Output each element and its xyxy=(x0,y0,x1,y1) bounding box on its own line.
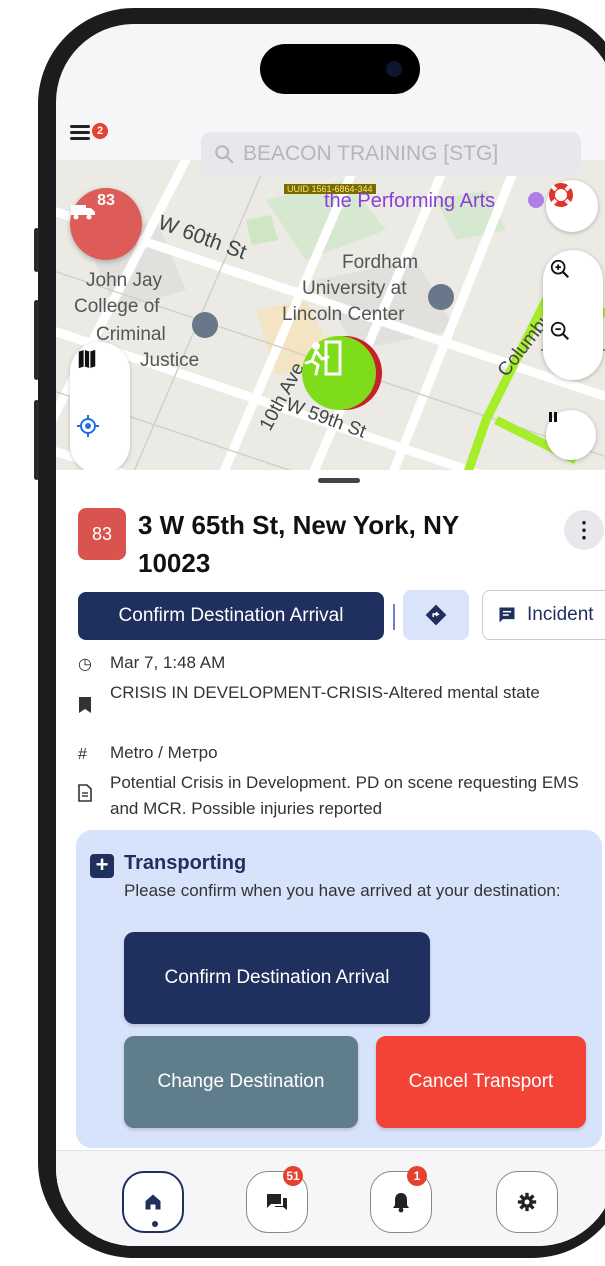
tab-bar: 51 1 xyxy=(56,1150,605,1246)
school-icon xyxy=(192,312,218,338)
map-label: Lincoln Center xyxy=(282,304,405,325)
alerts-badge: 1 xyxy=(407,1166,427,1186)
top-bar: 2 xyxy=(56,104,605,176)
zoom-controls xyxy=(543,250,603,380)
zoom-out-icon xyxy=(550,321,570,341)
pause-button[interactable] xyxy=(546,410,596,460)
my-location-button[interactable] xyxy=(76,414,124,462)
map-label: John Jay xyxy=(86,270,163,291)
app-screen: 2 BEACON TRAINING [STG] UUID 1561-6864-3… xyxy=(56,24,605,1246)
incident-time-row: ◷ Mar 7, 1:48 AM xyxy=(78,650,605,676)
search-bar[interactable] xyxy=(201,132,581,176)
location-crosshair-icon xyxy=(77,415,99,437)
search-icon xyxy=(215,145,234,164)
incident-time: Mar 7, 1:48 AM xyxy=(110,653,226,672)
incident-notes-row: Potential Crisis in Development. PD on s… xyxy=(78,770,605,822)
directions-icon xyxy=(425,604,447,626)
transport-card: + Transporting Please confirm when you h… xyxy=(76,830,602,1148)
phone-side-button xyxy=(34,228,39,272)
map-label: Fordham xyxy=(342,252,419,273)
navigate-button[interactable] xyxy=(403,590,469,640)
map-label: Justice xyxy=(140,350,200,371)
more-options-button[interactable]: ⋮ xyxy=(564,510,604,550)
map-label: University at xyxy=(302,278,407,299)
menu-badge: 2 xyxy=(92,123,108,139)
transport-title: Transporting xyxy=(124,852,247,874)
tab-home[interactable] xyxy=(122,1171,184,1233)
menu-button[interactable]: 2 xyxy=(70,122,108,144)
map-layers-button[interactable] xyxy=(76,348,124,396)
zoom-out-button[interactable] xyxy=(549,320,597,368)
action-row: Confirm Destination Arrival Incident xyxy=(78,590,605,640)
dynamic-island xyxy=(260,44,420,94)
zoom-in-button[interactable] xyxy=(549,258,597,306)
chat-icon xyxy=(267,1194,287,1210)
hash-icon: # xyxy=(78,746,87,763)
transport-subtitle: Please confirm when you have arrived at … xyxy=(124,881,561,900)
message-icon xyxy=(499,607,515,623)
volume-up-button xyxy=(34,300,39,380)
sheet-drag-handle[interactable] xyxy=(318,478,360,483)
messages-badge: 51 xyxy=(283,1166,303,1186)
map-icon xyxy=(78,349,96,369)
divider xyxy=(393,604,395,630)
bookmark-icon xyxy=(78,696,98,723)
ambulance-icon xyxy=(71,205,95,220)
pause-icon xyxy=(549,412,557,422)
lifebuoy-icon xyxy=(549,183,573,207)
confirm-destination-button[interactable]: Confirm Destination Arrival xyxy=(124,932,430,1024)
medical-plus-icon: + xyxy=(90,854,114,878)
map-label: the Performing Arts xyxy=(324,190,496,212)
unit-marker[interactable]: 83 xyxy=(70,188,142,260)
map-left-controls xyxy=(70,342,130,474)
search-input[interactable] xyxy=(243,142,573,166)
incident-zone: Metro / Метро xyxy=(110,743,218,762)
incident-type: CRISIS IN DEVELOPMENT-CRISIS-Altered men… xyxy=(110,683,540,702)
home-icon xyxy=(145,1194,161,1210)
unit-badge: 83 xyxy=(78,508,126,560)
incident-zone-row: # Metro / Метро xyxy=(78,740,605,766)
incident-sheet: 83 3 W 65th St, New York, NY 10023 ⋮ Con… xyxy=(56,470,605,1246)
document-icon xyxy=(78,784,98,811)
zoom-in-icon xyxy=(550,259,570,279)
incident-marker[interactable] xyxy=(302,336,376,410)
clock-icon: ◷ xyxy=(78,656,92,673)
change-destination-button[interactable]: Change Destination xyxy=(124,1036,358,1128)
school-icon xyxy=(428,284,454,310)
bell-icon xyxy=(393,1193,409,1213)
gear-icon xyxy=(517,1192,537,1212)
tab-alerts[interactable]: 1 xyxy=(370,1166,432,1233)
tab-settings[interactable] xyxy=(496,1171,558,1233)
volume-down-button xyxy=(34,400,39,480)
incident-button[interactable]: Incident xyxy=(482,590,605,640)
tab-messages[interactable]: 51 xyxy=(246,1166,308,1233)
incident-type-row: CRISIS IN DEVELOPMENT-CRISIS-Altered men… xyxy=(78,680,605,732)
map-view[interactable]: UUID 1561-6864-344 the Performing Arts W… xyxy=(56,160,605,478)
help-button[interactable] xyxy=(546,180,598,232)
confirm-arrival-button[interactable]: Confirm Destination Arrival xyxy=(78,592,384,640)
emergency-exit-icon xyxy=(304,340,342,376)
cancel-transport-button[interactable]: Cancel Transport xyxy=(376,1036,586,1128)
map-label: College of xyxy=(74,296,160,317)
incident-notes: Potential Crisis in Development. PD on s… xyxy=(110,773,579,818)
more-vertical-icon: ⋮ xyxy=(573,517,595,542)
incident-button-label: Incident xyxy=(527,604,594,625)
incident-address: 3 W 65th St, New York, NY 10023 xyxy=(138,510,459,578)
